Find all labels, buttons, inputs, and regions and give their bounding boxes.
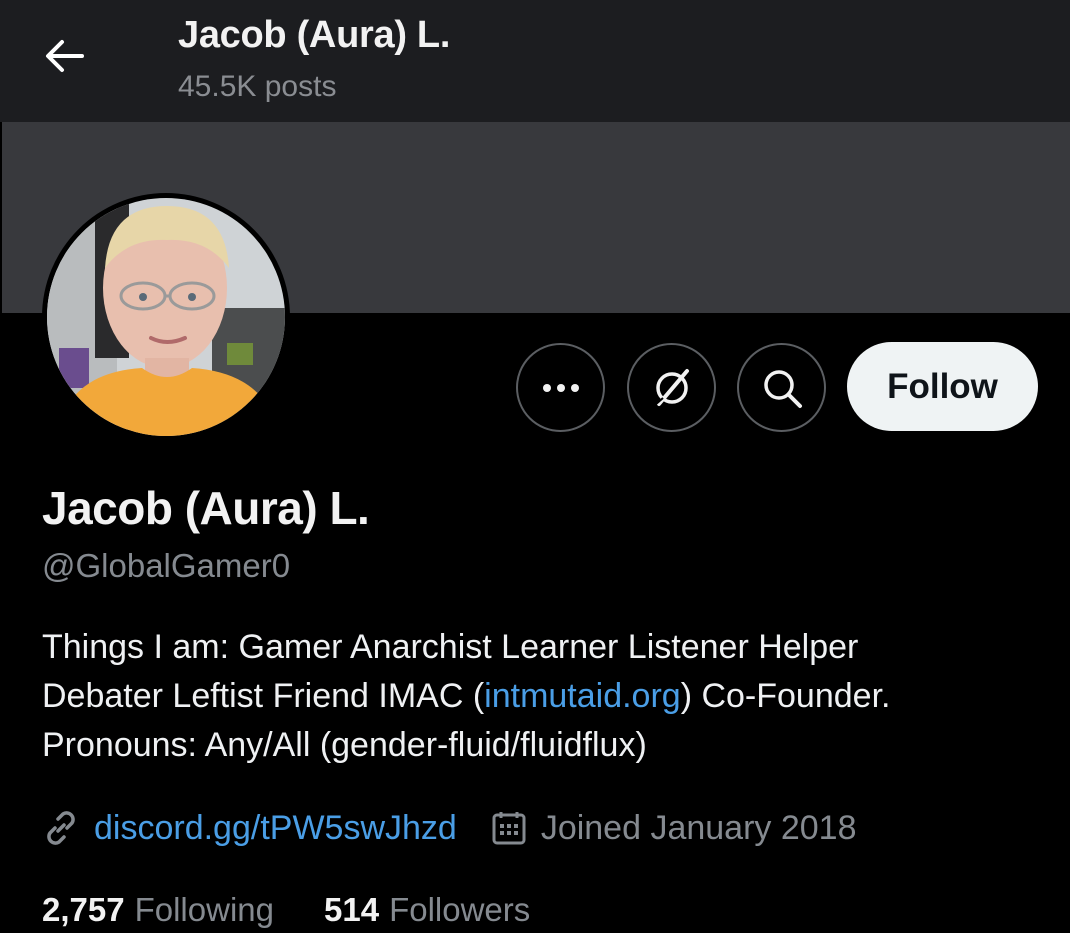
bio-link[interactable]: intmutaid.org [484,677,681,715]
website-link[interactable]: discord.gg/tPW5swJhzd [42,809,457,848]
back-button[interactable] [40,34,88,78]
grok-icon [653,368,689,406]
following-count: 2,757 [42,891,125,928]
ellipsis-icon [542,383,579,392]
following-label: Following [134,891,274,928]
more-options-button[interactable] [516,343,605,432]
calendar-icon [492,812,526,845]
followers-label: Followers [389,891,531,928]
bio-line-2: Debater Leftist Friend IMAC (intmutaid.o… [42,672,1042,721]
grok-button[interactable] [627,343,716,432]
following-stat[interactable]: 2,757 Following [42,891,274,929]
followers-count: 514 [324,891,380,928]
profile-page: Jacob (Aura) L. 45.5K posts Follow Jacob… [0,0,1070,933]
avatar-photo [47,198,285,436]
bio-line-1: Things I am: Gamer Anarchist Learner Lis… [42,628,859,666]
profile-bio: Things I am: Gamer Anarchist Learner Lis… [42,623,1042,770]
follow-stats: 2,757 Following 514 Followers [42,888,530,932]
website-url[interactable]: discord.gg/tPW5swJhzd [94,809,457,848]
display-name: Jacob (Aura) L. [42,482,370,534]
top-header: Jacob (Aura) L. 45.5K posts [0,0,1070,122]
joined-date: Joined January 2018 [491,809,857,848]
search-icon [763,369,802,408]
bio-text: Debater Leftist Friend IMAC ( [42,677,485,715]
joined-text: Joined January 2018 [540,808,857,847]
follow-button[interactable]: Follow [847,342,1038,431]
header-title: Jacob (Aura) L. [178,14,451,56]
header-post-count: 45.5K posts [178,70,337,103]
user-handle: @GlobalGamer0 [42,547,291,584]
avatar[interactable] [42,193,290,441]
arrow-left-icon [46,40,84,72]
bio-line-3: Pronouns: Any/All (gender-fluid/fluidflu… [42,726,647,764]
followers-stat[interactable]: 514 Followers [324,891,530,929]
search-button[interactable] [737,343,826,432]
profile-meta: discord.gg/tPW5swJhzd Joined January 201… [42,805,857,851]
link-icon [47,811,75,845]
bio-text: ) Co-Founder. [680,677,891,715]
